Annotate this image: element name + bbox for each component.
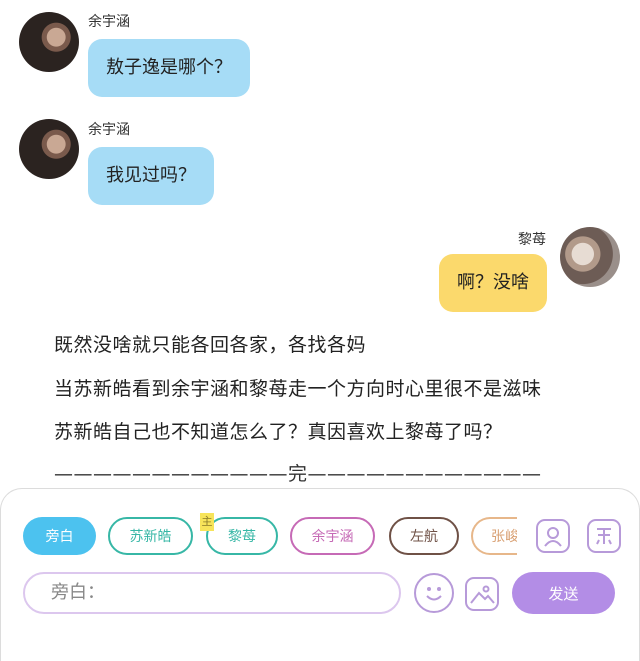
message-bubble[interactable]: 我见过吗？ — [88, 147, 214, 205]
narration-line: 当苏新皓看到余宇涵和黎苺走一个方向时心里很不是滋味 — [54, 378, 542, 400]
message-input[interactable]: 旁白： — [23, 572, 401, 614]
main-role-tag: 主 — [200, 513, 214, 531]
image-icon[interactable] — [465, 577, 499, 611]
person-icon — [544, 527, 562, 547]
role-chip-narrator[interactable]: 旁白 — [23, 517, 96, 555]
avatar-yu-yuhan[interactable] — [19, 119, 79, 179]
send-button[interactable]: 发送 — [512, 572, 615, 614]
narration-line: 苏新皓自己也不知道怎么了？真因喜欢上黎苺了吗？ — [54, 421, 503, 443]
contact-card-icon[interactable] — [536, 519, 570, 553]
role-chip-li-mei[interactable]: 黎苺 — [206, 517, 278, 555]
emoji-icon[interactable] — [414, 573, 454, 613]
role-chip-zhang-jun[interactable]: 张峻 — [471, 517, 517, 555]
end-divider: ————————————完———————————— — [54, 463, 542, 485]
message-bubble[interactable]: 敖子逸是哪个？ — [88, 39, 250, 97]
input-panel: 旁白 苏新皓 黎苺 主 余宇涵 左航 张峻 旁白： 发送 — [0, 488, 640, 661]
role-chip-zuo-hang[interactable]: 左航 — [389, 517, 459, 555]
chat-area: 余宇涵 敖子逸是哪个？ 余宇涵 我见过吗？ 黎苺 啊？没啥 既然没啥就只能各回各… — [0, 0, 640, 490]
label-icon[interactable] — [587, 519, 621, 553]
avatar-li-mei[interactable] — [560, 227, 620, 287]
role-chip-yu-yuhan[interactable]: 余宇涵 — [290, 517, 375, 555]
picture-icon — [470, 585, 495, 604]
sender-name: 余宇涵 — [88, 14, 130, 30]
message-bubble[interactable]: 啊？没啥 — [439, 254, 547, 312]
role-chip-su-xinhao[interactable]: 苏新皓 — [108, 517, 193, 555]
smiley-face-icon — [426, 587, 442, 601]
sender-name: 余宇涵 — [88, 122, 130, 138]
tag-icon — [596, 528, 612, 545]
narration-line: 既然没啥就只能各回各家，各找各妈 — [54, 334, 367, 356]
sender-name: 黎苺 — [518, 232, 546, 248]
avatar-yu-yuhan[interactable] — [19, 12, 79, 72]
